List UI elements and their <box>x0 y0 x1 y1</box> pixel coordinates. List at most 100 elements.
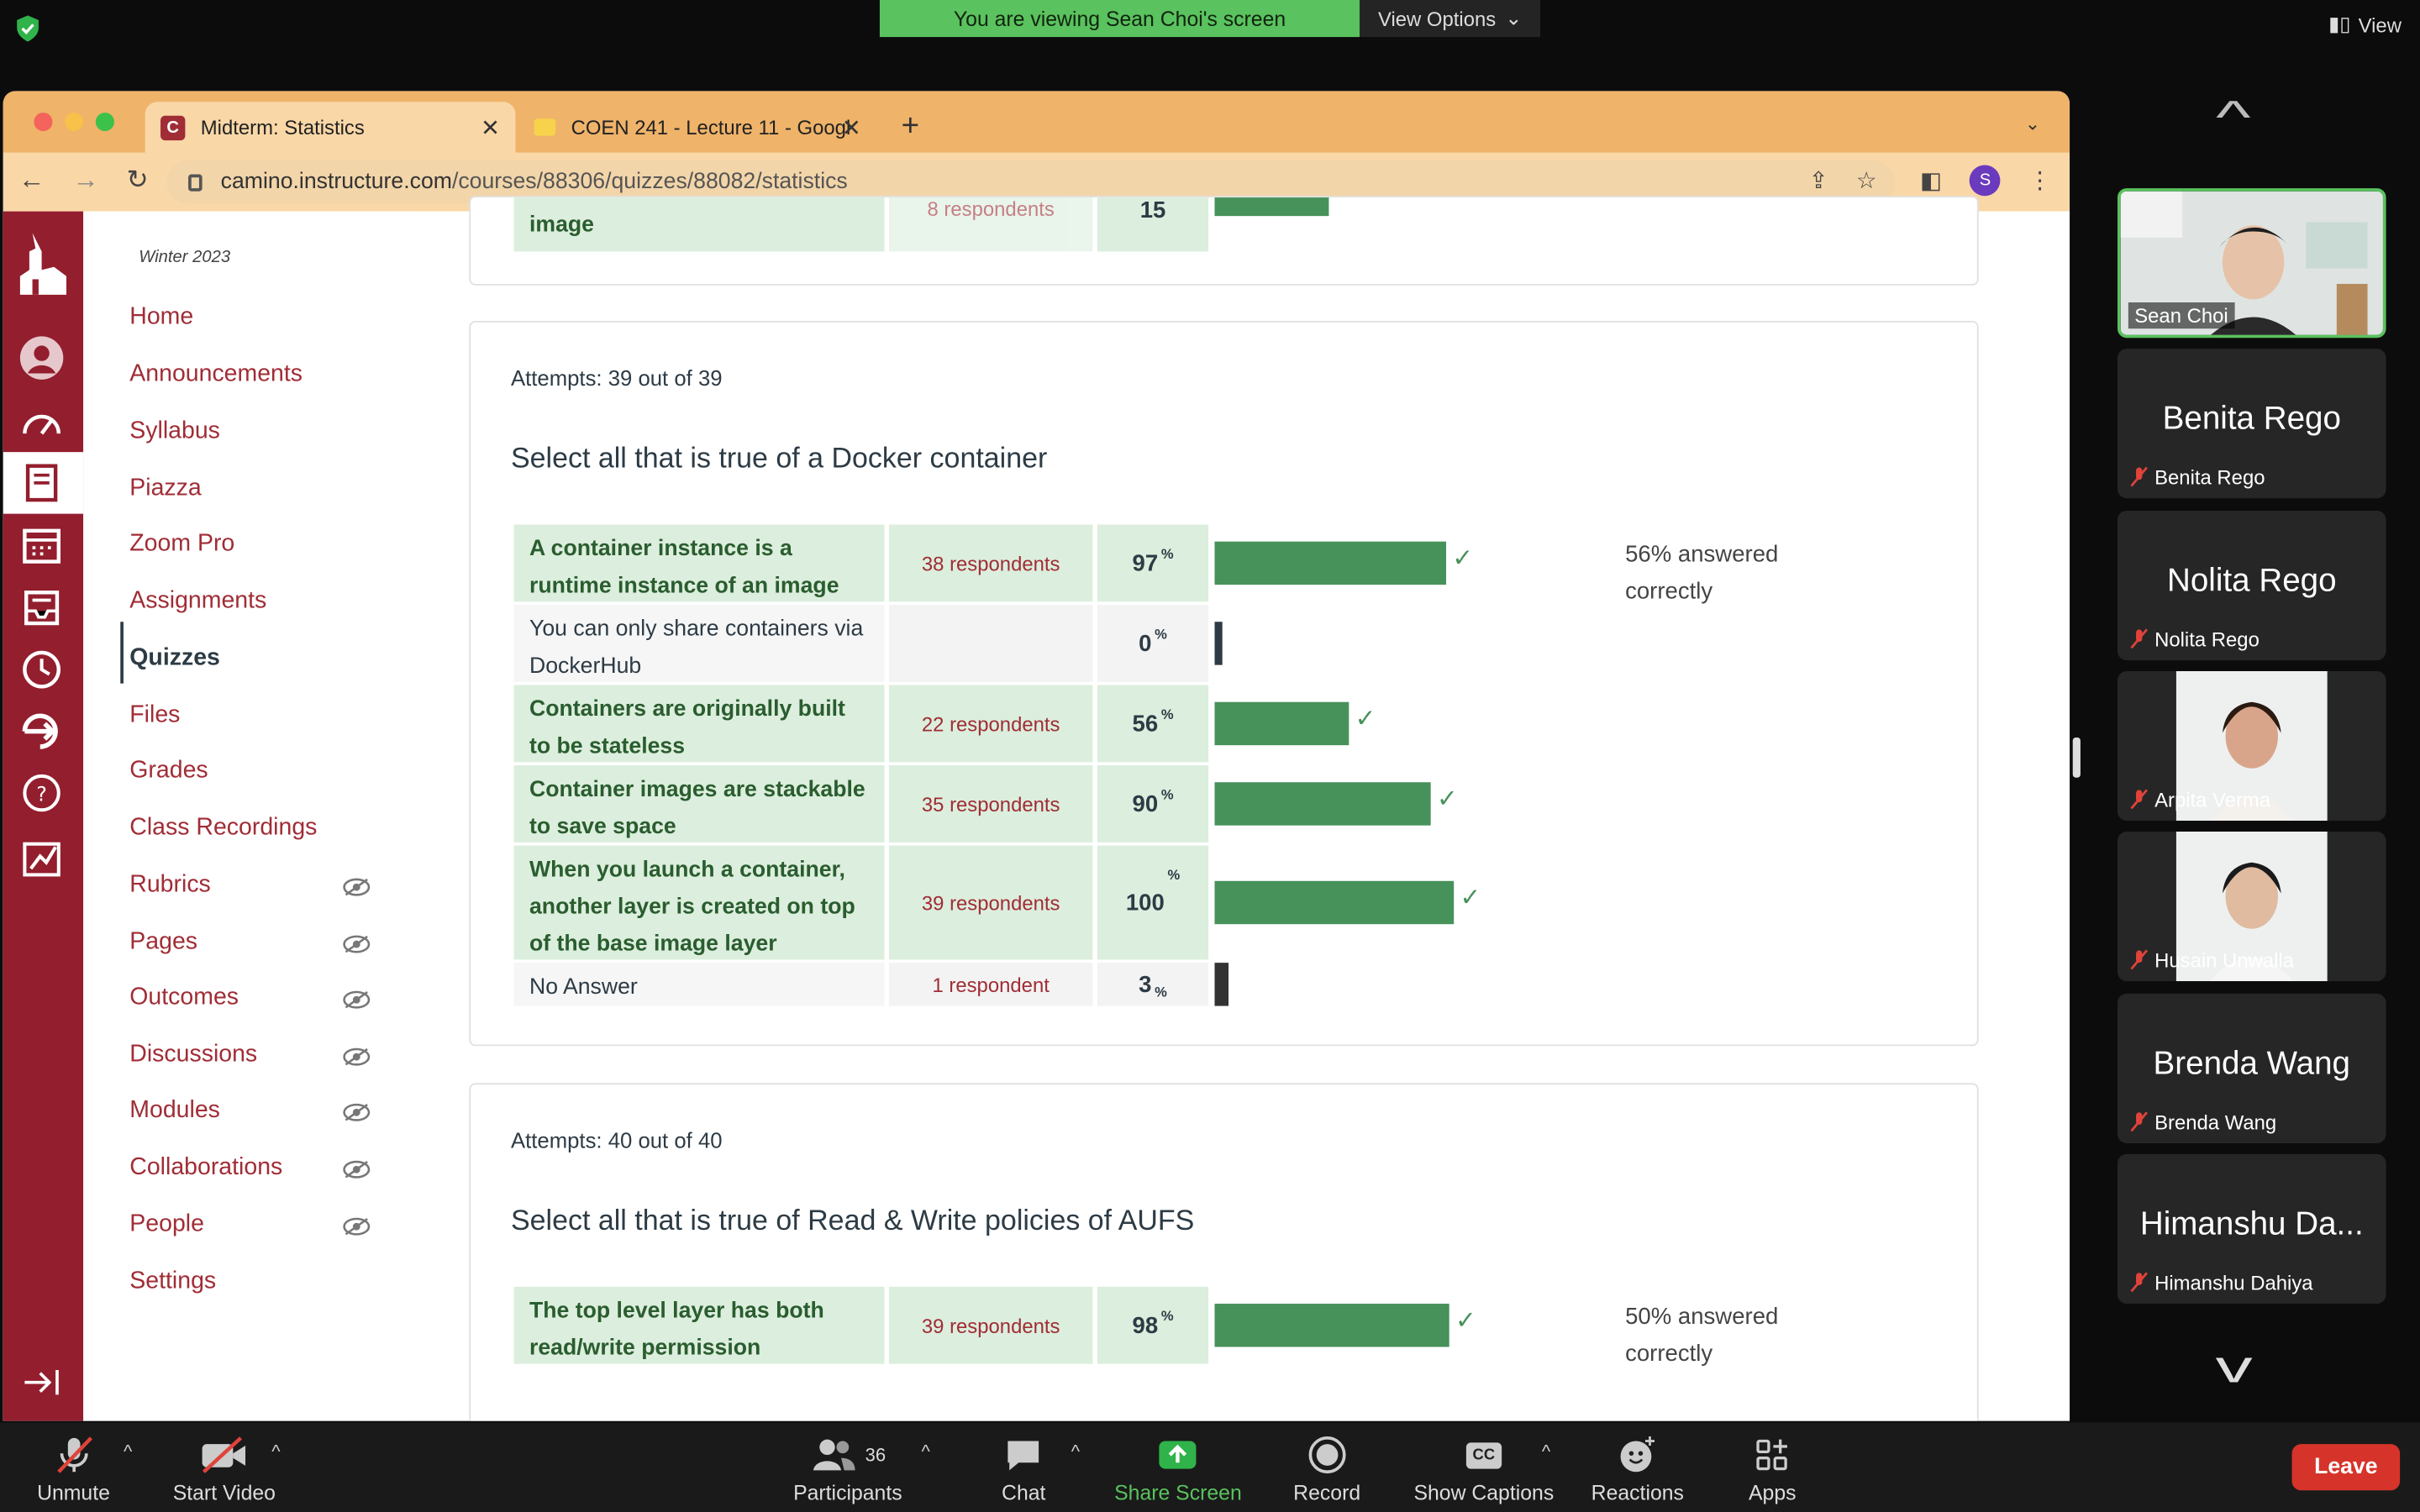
close-tab-icon[interactable]: ✕ <box>842 113 861 141</box>
studio-icon[interactable] <box>18 835 65 881</box>
captions-options-caret-icon[interactable]: ^ <box>1542 1441 1550 1463</box>
course-nav-item-home[interactable]: Home <box>129 304 193 332</box>
respondent-count[interactable]: 39 respondents <box>888 1286 1093 1364</box>
respondent-count[interactable]: 39 respondents <box>888 845 1093 960</box>
answer-bar <box>1214 541 1447 585</box>
url-path: /courses/88306/quizzes/88082/statistics <box>451 170 848 195</box>
course-nav-item-zoom-pro[interactable]: Zoom Pro <box>129 531 234 559</box>
scroll-up-chevron-icon[interactable]: ^ <box>2216 92 2250 144</box>
show-captions-button[interactable]: CC Show Captions <box>1413 1435 1554 1504</box>
attempts-count: Attempts: 39 out of 39 <box>510 365 723 391</box>
forward-icon[interactable]: → <box>72 165 98 197</box>
respondent-count[interactable]: 38 respondents <box>888 524 1093 602</box>
security-shield-icon[interactable] <box>15 15 39 42</box>
course-nav-item-piazza[interactable]: Piazza <box>129 475 201 503</box>
profile-avatar[interactable]: S <box>1970 165 2001 197</box>
answer-percent: 15 <box>1097 197 1209 252</box>
maximize-window-icon[interactable] <box>95 113 114 132</box>
record-icon <box>1308 1436 1346 1474</box>
calendar-icon[interactable] <box>18 522 65 568</box>
participant-tile[interactable]: Himanshu Da... Himanshu Dahiya <box>2118 1153 2386 1305</box>
scroll-down-chevron-icon[interactable]: v <box>2216 1342 2253 1394</box>
participant-name: Husain Unwalla <box>2154 948 2294 973</box>
course-nav-item-modules[interactable]: Modules <box>129 1097 220 1125</box>
back-icon[interactable]: ← <box>18 165 45 197</box>
course-nav-item-rubrics[interactable]: Rubrics <box>129 872 211 900</box>
course-nav-item-quizzes[interactable]: Quizzes <box>129 645 220 673</box>
active-nav-indicator <box>120 622 124 684</box>
video-options-caret-icon[interactable]: ^ <box>271 1441 280 1463</box>
dashboard-icon[interactable] <box>18 402 65 449</box>
tab-lecture-11[interactable]: COEN 241 - Lecture 11 - Googl ✕ <box>518 102 876 153</box>
close-tab-icon[interactable]: ✕ <box>481 113 500 141</box>
history-icon[interactable] <box>18 647 65 693</box>
respondent-count[interactable] <box>888 605 1093 682</box>
respondent-count[interactable]: 1 respondent <box>888 963 1093 1006</box>
view-layout-button[interactable]: ▮▯ View <box>2328 13 2402 37</box>
course-nav-item-grades[interactable]: Grades <box>129 758 208 785</box>
course-nav-item-syllabus[interactable]: Syllabus <box>129 418 220 446</box>
answer-text: image <box>513 197 885 252</box>
muted-microphone-icon <box>2130 1272 2148 1293</box>
course-nav-item-announcements[interactable]: Announcements <box>129 361 302 389</box>
apps-button[interactable]: Apps <box>1749 1435 1797 1504</box>
apps-label: Apps <box>1749 1481 1797 1504</box>
course-nav-item-discussions[interactable]: Discussions <box>129 1042 257 1069</box>
course-nav-item-assignments[interactable]: Assignments <box>129 588 266 616</box>
participant-tile[interactable]: Benita Rego Benita Rego <box>2118 349 2386 499</box>
university-logo-icon[interactable] <box>14 230 73 298</box>
side-panel-icon[interactable]: ◧ <box>1920 166 1942 194</box>
participants-options-caret-icon[interactable]: ^ <box>922 1441 930 1463</box>
minimize-window-icon[interactable] <box>65 113 84 132</box>
answer-percent: 98% <box>1097 1286 1209 1364</box>
view-options-button[interactable]: View Options ⌄ <box>1360 0 1541 38</box>
tab-search-chevron-icon[interactable]: ⌄ <box>2025 113 2040 134</box>
inbox-icon[interactable] <box>18 585 65 631</box>
new-tab-icon[interactable]: + <box>902 109 919 144</box>
participant-tile[interactable]: Brenda Wang Brenda Wang <box>2118 993 2386 1144</box>
answer-text: No Answer <box>513 963 885 1006</box>
help-icon[interactable]: ? <box>18 770 65 816</box>
percent-value: 0 <box>1139 630 1152 657</box>
collapse-nav-icon[interactable] <box>18 1359 65 1405</box>
chat-options-caret-icon[interactable]: ^ <box>1071 1441 1080 1463</box>
participant-tile[interactable]: Sean Choi <box>2118 188 2386 339</box>
commons-icon[interactable] <box>18 708 65 754</box>
course-nav-item-pages[interactable]: Pages <box>129 929 197 957</box>
course-nav-item-collaborations[interactable]: Collaborations <box>129 1154 282 1182</box>
answer-text: Container images are stackable to save s… <box>513 765 885 843</box>
audio-options-caret-icon[interactable]: ^ <box>124 1441 132 1463</box>
course-nav-item-people[interactable]: People <box>129 1211 204 1239</box>
participants-button[interactable]: 36 Participants <box>793 1435 902 1504</box>
course-nav-item-settings[interactable]: Settings <box>129 1268 216 1296</box>
respondent-count[interactable]: 35 respondents <box>888 765 1093 843</box>
leave-meeting-button[interactable]: Leave <box>2291 1444 2401 1491</box>
percent-value: 56 <box>1132 710 1159 738</box>
unmute-button[interactable]: Unmute <box>37 1435 110 1504</box>
unmute-label: Unmute <box>37 1481 110 1504</box>
start-video-button[interactable]: Start Video <box>173 1435 276 1504</box>
account-icon[interactable] <box>18 335 65 381</box>
muted-microphone-icon <box>2130 466 2148 487</box>
course-nav-item-class-recordings[interactable]: Class Recordings <box>129 815 317 843</box>
course-nav-item-files[interactable]: Files <box>129 702 180 730</box>
course-nav-item-outcomes[interactable]: Outcomes <box>129 984 239 1012</box>
share-screen-button[interactable]: Share Screen <box>1114 1435 1242 1504</box>
reload-icon[interactable]: ↻ <box>127 165 149 197</box>
bookmark-star-icon[interactable]: ☆ <box>1856 166 1877 194</box>
record-button[interactable]: Record <box>1293 1435 1360 1504</box>
panel-resize-handle[interactable] <box>2072 737 2081 778</box>
participant-tile[interactable]: Arpita Verma <box>2118 670 2386 822</box>
more-menu-icon[interactable]: ⋮ <box>2028 166 2052 194</box>
participant-tile[interactable]: Husain Unwalla <box>2118 832 2386 982</box>
reactions-button[interactable]: Reactions <box>1591 1435 1684 1504</box>
courses-icon[interactable] <box>18 459 65 506</box>
percent-sign: % <box>1160 706 1174 722</box>
close-window-icon[interactable] <box>34 113 53 132</box>
participants-icon <box>813 1439 855 1471</box>
tab-midterm-statistics[interactable]: C Midterm: Statistics ✕ <box>145 102 516 153</box>
chat-button[interactable]: Chat <box>1002 1435 1045 1504</box>
respondent-count[interactable]: 22 respondents <box>888 685 1093 763</box>
share-icon[interactable]: ⇪ <box>1809 166 1828 194</box>
participant-tile[interactable]: Nolita Rego Nolita Rego <box>2118 510 2386 661</box>
